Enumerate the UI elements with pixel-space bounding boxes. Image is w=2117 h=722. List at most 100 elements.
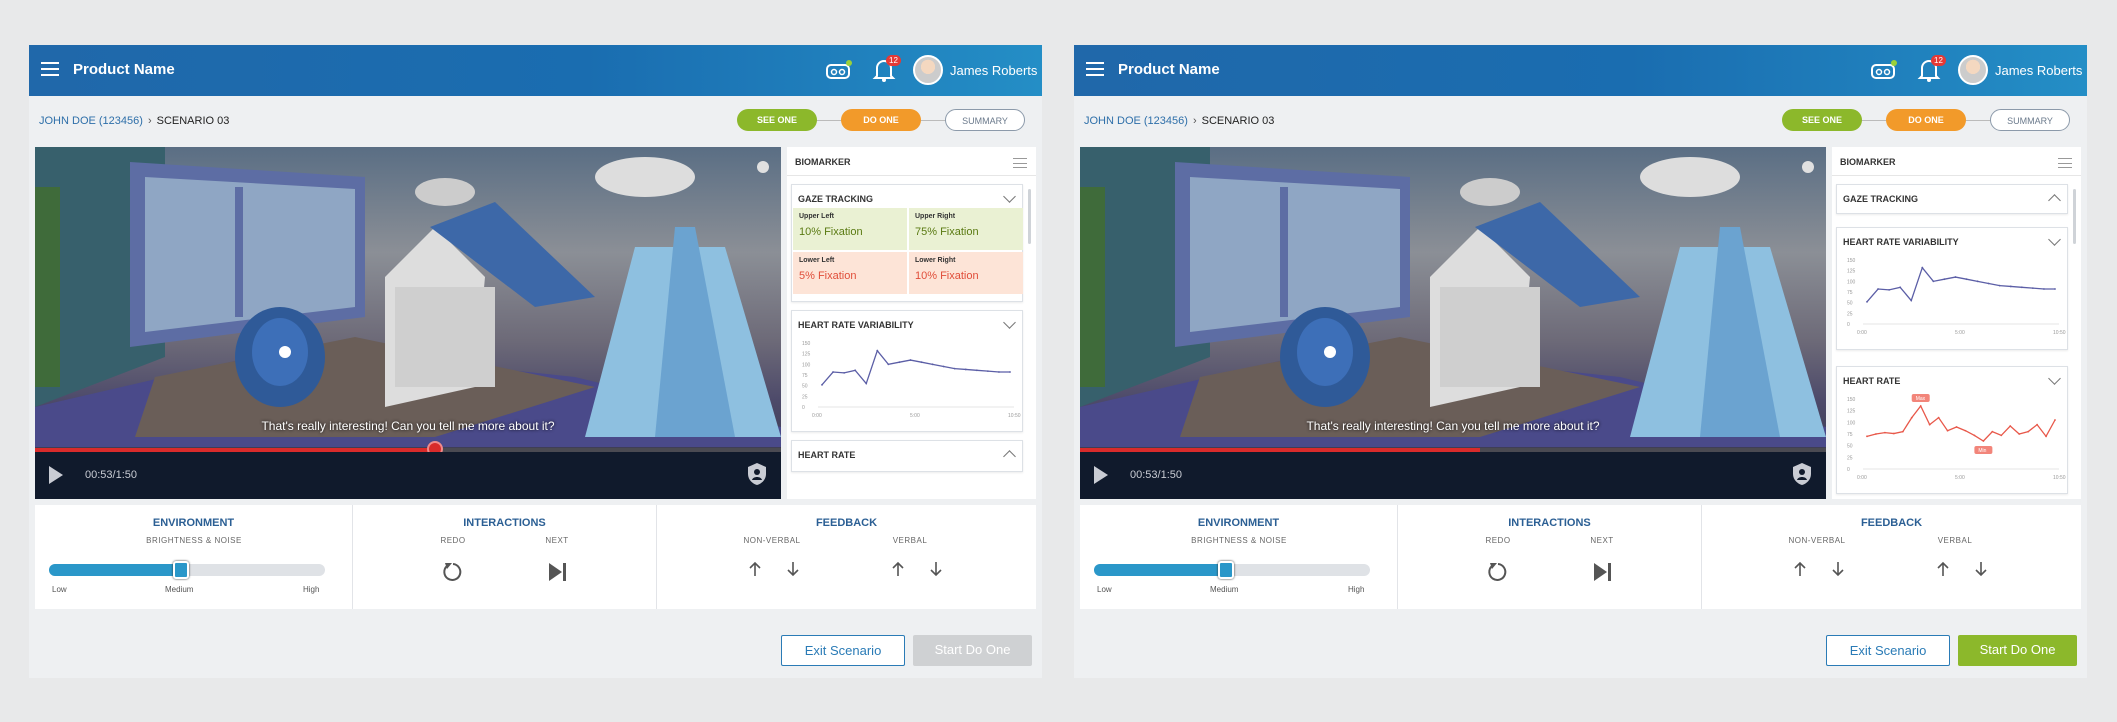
- chevron-up-icon[interactable]: [1003, 450, 1016, 463]
- play-icon[interactable]: [49, 466, 63, 484]
- slider-medium-label: Medium: [165, 585, 194, 594]
- brightness-slider[interactable]: [49, 561, 325, 579]
- arrow-down-icon[interactable]: [1974, 561, 1988, 577]
- data-point: [2045, 435, 2047, 438]
- redo-icon[interactable]: [441, 560, 465, 584]
- user-name[interactable]: James Roberts: [1995, 63, 2082, 78]
- data-point: [2031, 287, 2034, 290]
- hrv-card: HEART RATE VARIABILITY 150 125 100 75 50 25 0 0…: [791, 310, 1023, 432]
- play-icon[interactable]: [1094, 466, 1108, 484]
- data-point: [953, 367, 956, 370]
- breadcrumb-patient[interactable]: JOHN DOE (123456): [39, 115, 143, 127]
- data-point: [2054, 288, 2056, 290]
- x-tick-label: 0:00: [1857, 330, 1867, 336]
- data-point: [821, 383, 823, 386]
- data-point: [1928, 423, 1931, 426]
- video-player[interactable]: That's really interesting! Can you tell …: [35, 147, 781, 499]
- step-see-one[interactable]: SEE ONE: [737, 109, 817, 131]
- slider-handle[interactable]: [173, 561, 190, 579]
- step-summary[interactable]: SUMMARY: [1990, 109, 2070, 131]
- data-point: [964, 368, 967, 371]
- breadcrumb: JOHN DOE (123456) › SCENARIO 03: [1084, 115, 1274, 127]
- y-tick-label: 100: [1847, 420, 1856, 426]
- data-point: [909, 359, 912, 361]
- arrow-up-icon[interactable]: [748, 561, 762, 577]
- data-point: [1955, 426, 1958, 428]
- scrollbar[interactable]: [1028, 189, 1031, 244]
- start-do-one-button[interactable]: Start Do One: [913, 635, 1032, 666]
- data-point: [1998, 284, 2001, 287]
- heart-rate-chart: 150 125 100 75 50 25 0 0:00 5:00 10:50 Max Min: [1847, 394, 2066, 481]
- vr-headset-icon[interactable]: [825, 59, 853, 81]
- menu-icon[interactable]: [1086, 62, 1104, 76]
- slider-handle[interactable]: [1218, 561, 1235, 579]
- chevron-down-icon[interactable]: [2048, 233, 2061, 246]
- control-panel: ENVIRONMENT BRIGHTNESS & NOISE Low Mediu…: [35, 505, 1036, 609]
- scrollbar[interactable]: [2073, 189, 2076, 244]
- data-point: [2018, 433, 2021, 435]
- shield-icon[interactable]: [747, 462, 767, 486]
- avatar[interactable]: [913, 55, 943, 85]
- x-tick-label: 0:00: [1857, 475, 1867, 481]
- exit-scenario-button[interactable]: Exit Scenario: [781, 635, 905, 666]
- avatar[interactable]: [1958, 55, 1988, 85]
- y-tick-label: 50: [802, 384, 808, 390]
- menu-icon[interactable]: [41, 62, 59, 76]
- data-point: [1866, 435, 1868, 438]
- menu-icon[interactable]: [2058, 158, 2072, 168]
- data-point: [2043, 288, 2045, 290]
- arrow-down-icon[interactable]: [786, 561, 800, 577]
- user-name[interactable]: James Roberts: [950, 63, 1037, 78]
- vr-headset-icon[interactable]: [1870, 59, 1898, 81]
- menu-icon[interactable]: [1013, 158, 1027, 168]
- video-player[interactable]: That's really interesting! Can you tell …: [1080, 147, 1826, 499]
- skip-next-icon[interactable]: [1590, 560, 1614, 584]
- step-summary[interactable]: SUMMARY: [945, 109, 1025, 131]
- chevron-down-icon[interactable]: [1003, 316, 1016, 329]
- arrow-up-icon[interactable]: [1793, 561, 1807, 577]
- step-do-one[interactable]: DO ONE: [1886, 109, 1966, 131]
- step-do-one[interactable]: DO ONE: [841, 109, 921, 131]
- exit-scenario-button[interactable]: Exit Scenario: [1826, 635, 1950, 666]
- redo-icon[interactable]: [1486, 560, 1510, 584]
- heart-rate-card: HEART RATE 150 125 100 75 50 25 0 0:00 5:00 10:50…: [1836, 366, 2068, 494]
- data-point: [1987, 282, 1990, 285]
- arrow-up-icon[interactable]: [1936, 561, 1950, 577]
- brightness-slider[interactable]: [1094, 561, 1370, 579]
- skip-next-icon[interactable]: [545, 560, 569, 584]
- chevron-right-icon: ›: [1192, 115, 1197, 127]
- y-tick-label: 0: [1847, 467, 1850, 473]
- x-tick-label: 5:00: [1955, 330, 1965, 336]
- feedback-section: FEEDBACK NON-VERBAL VERBAL: [1702, 505, 2081, 609]
- slider-low-label: Low: [52, 585, 67, 594]
- data-point: [1899, 286, 1902, 289]
- breadcrumb-patient[interactable]: JOHN DOE (123456): [1084, 115, 1188, 127]
- app-window: Product Name 12 James Roberts JOHN DOE (…: [29, 45, 1042, 678]
- breadcrumb-scenario: SCENARIO 03: [1201, 115, 1275, 127]
- data-point: [843, 371, 846, 374]
- feedback-section: FEEDBACK NON-VERBAL VERBAL: [657, 505, 1036, 609]
- arrow-up-icon[interactable]: [891, 561, 905, 577]
- y-tick-label: 75: [802, 373, 808, 379]
- step-see-one[interactable]: SEE ONE: [1782, 109, 1862, 131]
- environment-subtitle: BRIGHTNESS & NOISE: [146, 536, 242, 545]
- data-point: [1866, 300, 1868, 303]
- breadcrumb: JOHN DOE (123456) › SCENARIO 03: [39, 115, 229, 127]
- chevron-up-icon[interactable]: [2048, 194, 2061, 207]
- non-verbal-label: NON-VERBAL: [1788, 536, 1846, 545]
- arrow-down-icon[interactable]: [1831, 561, 1845, 577]
- environment-subtitle: BRIGHTNESS & NOISE: [1191, 536, 1287, 545]
- chevron-down-icon[interactable]: [2048, 372, 2061, 385]
- non-verbal-label: NON-VERBAL: [743, 536, 801, 545]
- shield-icon[interactable]: [1792, 462, 1812, 486]
- arrow-down-icon[interactable]: [929, 561, 943, 577]
- y-tick-label: 75: [1847, 432, 1853, 438]
- app-window: Product Name 12 James Roberts JOHN DOE (…: [1074, 45, 2087, 678]
- chevron-right-icon: ›: [147, 115, 152, 127]
- chevron-down-icon[interactable]: [1003, 190, 1016, 203]
- y-tick-label: 125: [802, 352, 811, 358]
- notification-badge: 12: [1931, 55, 1946, 66]
- data-point: [1910, 416, 1913, 419]
- start-do-one-button[interactable]: Start Do One: [1958, 635, 2077, 666]
- x-tick-label: 10:50: [2053, 330, 2066, 336]
